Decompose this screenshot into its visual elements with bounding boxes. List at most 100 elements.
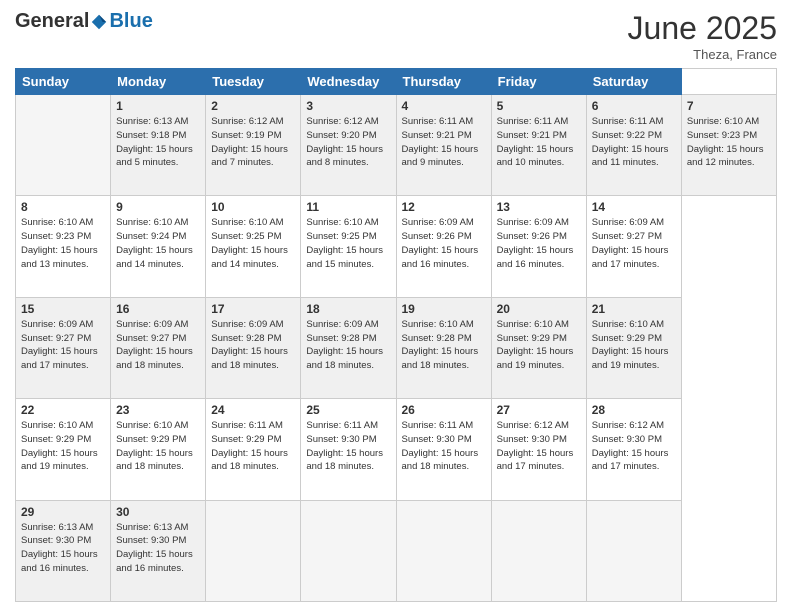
weekday-header: Wednesday — [301, 69, 396, 95]
logo-text: General Blue — [15, 10, 153, 33]
calendar-day-cell: 3 Sunrise: 6:12 AMSunset: 9:20 PMDaylight… — [301, 95, 396, 196]
day-number: 16 — [116, 302, 200, 316]
weekday-header: Tuesday — [206, 69, 301, 95]
calendar-day-cell: 10 Sunrise: 6:10 AMSunset: 9:25 PMDayligh… — [206, 196, 301, 297]
day-number: 28 — [592, 403, 676, 417]
day-number: 23 — [116, 403, 200, 417]
day-info: Sunrise: 6:10 AMSunset: 9:23 PMDaylight:… — [21, 216, 105, 271]
calendar-day-cell: 29 Sunrise: 6:13 AMSunset: 9:30 PMDayligh… — [16, 500, 111, 601]
day-number: 25 — [306, 403, 390, 417]
day-info: Sunrise: 6:10 AMSunset: 9:29 PMDaylight:… — [116, 419, 200, 474]
day-number: 17 — [211, 302, 295, 316]
day-info: Sunrise: 6:12 AMSunset: 9:20 PMDaylight:… — [306, 115, 390, 170]
day-info: Sunrise: 6:10 AMSunset: 9:23 PMDaylight:… — [687, 115, 771, 170]
day-number: 24 — [211, 403, 295, 417]
day-info: Sunrise: 6:11 AMSunset: 9:29 PMDaylight:… — [211, 419, 295, 474]
calendar-day-cell: 13 Sunrise: 6:09 AMSunset: 9:26 PMDayligh… — [491, 196, 586, 297]
weekday-header: Friday — [491, 69, 586, 95]
calendar-day-cell: 8 Sunrise: 6:10 AMSunset: 9:23 PMDaylight… — [16, 196, 111, 297]
day-number: 19 — [402, 302, 486, 316]
page: General Blue June 2025 Theza, France Sun… — [0, 0, 792, 612]
day-number: 2 — [211, 99, 295, 113]
calendar-day-cell: 9Sunrise: 6:10 AMSunset: 9:24 PMDaylight… — [111, 196, 206, 297]
day-info: Sunrise: 6:10 AMSunset: 9:25 PMDaylight:… — [306, 216, 390, 271]
day-number: 21 — [592, 302, 676, 316]
calendar-day-cell: 16 Sunrise: 6:09 AMSunset: 9:27 PMDayligh… — [111, 297, 206, 398]
day-info: Sunrise: 6:12 AMSunset: 9:30 PMDaylight:… — [497, 419, 581, 474]
day-info: Sunrise: 6:09 AMSunset: 9:27 PMDaylight:… — [21, 318, 105, 373]
day-number: 10 — [211, 200, 295, 214]
day-number: 22 — [21, 403, 105, 417]
day-number: 18 — [306, 302, 390, 316]
day-info: Sunrise: 6:09 AMSunset: 9:26 PMDaylight:… — [402, 216, 486, 271]
day-info: Sunrise: 6:10 AMSunset: 9:29 PMDaylight:… — [592, 318, 676, 373]
calendar-day-cell: 22 Sunrise: 6:10 AMSunset: 9:29 PMDayligh… — [16, 399, 111, 500]
calendar-day-cell: 6Sunrise: 6:11 AMSunset: 9:22 PMDaylight… — [586, 95, 681, 196]
calendar-day-cell: 27Sunrise: 6:12 AMSunset: 9:30 PMDayligh… — [491, 399, 586, 500]
weekday-header: Saturday — [586, 69, 681, 95]
month-title: June 2025 — [628, 10, 777, 47]
calendar-day-cell — [396, 500, 491, 601]
day-number: 3 — [306, 99, 390, 113]
day-info: Sunrise: 6:10 AMSunset: 9:25 PMDaylight:… — [211, 216, 295, 271]
day-number: 13 — [497, 200, 581, 214]
day-info: Sunrise: 6:09 AMSunset: 9:27 PMDaylight:… — [116, 318, 200, 373]
day-info: Sunrise: 6:10 AMSunset: 9:29 PMDaylight:… — [497, 318, 581, 373]
calendar-day-cell: 21 Sunrise: 6:10 AMSunset: 9:29 PMDayligh… — [586, 297, 681, 398]
day-number: 12 — [402, 200, 486, 214]
day-number: 14 — [592, 200, 676, 214]
calendar-week-row: 29 Sunrise: 6:13 AMSunset: 9:30 PMDayligh… — [16, 500, 777, 601]
calendar-day-cell: 19 Sunrise: 6:10 AMSunset: 9:28 PMDayligh… — [396, 297, 491, 398]
calendar-day-cell: 12 Sunrise: 6:09 AMSunset: 9:26 PMDayligh… — [396, 196, 491, 297]
day-info: Sunrise: 6:09 AMSunset: 9:28 PMDaylight:… — [306, 318, 390, 373]
day-number: 11 — [306, 200, 390, 214]
calendar-week-row: 15 Sunrise: 6:09 AMSunset: 9:27 PMDayligh… — [16, 297, 777, 398]
calendar-day-cell: 24 Sunrise: 6:11 AMSunset: 9:29 PMDayligh… — [206, 399, 301, 500]
calendar-day-cell: 20 Sunrise: 6:10 AMSunset: 9:29 PMDayligh… — [491, 297, 586, 398]
calendar-day-cell: 2Sunrise: 6:12 AMSunset: 9:19 PMDaylight… — [206, 95, 301, 196]
weekday-header: Monday — [111, 69, 206, 95]
day-info: Sunrise: 6:10 AMSunset: 9:29 PMDaylight:… — [21, 419, 105, 474]
day-number: 5 — [497, 99, 581, 113]
day-info: Sunrise: 6:11 AMSunset: 9:21 PMDaylight:… — [497, 115, 581, 170]
day-info: Sunrise: 6:11 AMSunset: 9:30 PMDaylight:… — [402, 419, 486, 474]
day-info: Sunrise: 6:13 AMSunset: 9:30 PMDaylight:… — [116, 521, 200, 576]
day-info: Sunrise: 6:10 AMSunset: 9:28 PMDaylight:… — [402, 318, 486, 373]
calendar-table: SundayMondayTuesdayWednesdayThursdayFrid… — [15, 68, 777, 602]
logo-general: General — [15, 10, 89, 33]
calendar-day-cell — [301, 500, 396, 601]
day-info: Sunrise: 6:09 AMSunset: 9:26 PMDaylight:… — [497, 216, 581, 271]
day-number: 30 — [116, 505, 200, 519]
calendar-day-cell: 25 Sunrise: 6:11 AMSunset: 9:30 PMDayligh… — [301, 399, 396, 500]
calendar-day-cell — [586, 500, 681, 601]
calendar-day-cell: 18 Sunrise: 6:09 AMSunset: 9:28 PMDayligh… — [301, 297, 396, 398]
day-info: Sunrise: 6:13 AMSunset: 9:30 PMDaylight:… — [21, 521, 105, 576]
calendar-day-cell: 4Sunrise: 6:11 AMSunset: 9:21 PMDaylight… — [396, 95, 491, 196]
calendar-week-row: 8 Sunrise: 6:10 AMSunset: 9:23 PMDaylight… — [16, 196, 777, 297]
calendar-header-row: SundayMondayTuesdayWednesdayThursdayFrid… — [16, 69, 777, 95]
location: Theza, France — [628, 47, 777, 62]
title-section: June 2025 Theza, France — [628, 10, 777, 62]
day-info: Sunrise: 6:13 AMSunset: 9:18 PMDaylight:… — [116, 115, 200, 170]
calendar-week-row: 1 Sunrise: 6:13 AMSunset: 9:18 PMDaylight… — [16, 95, 777, 196]
day-info: Sunrise: 6:12 AMSunset: 9:30 PMDaylight:… — [592, 419, 676, 474]
calendar-day-cell — [491, 500, 586, 601]
day-number: 8 — [21, 200, 105, 214]
calendar-day-cell: 7 Sunrise: 6:10 AMSunset: 9:23 PMDaylight… — [681, 95, 776, 196]
calendar-week-row: 22 Sunrise: 6:10 AMSunset: 9:29 PMDayligh… — [16, 399, 777, 500]
day-number: 7 — [687, 99, 771, 113]
day-info: Sunrise: 6:10 AMSunset: 9:24 PMDaylight:… — [116, 216, 200, 271]
logo-blue: Blue — [109, 10, 152, 33]
day-info: Sunrise: 6:09 AMSunset: 9:28 PMDaylight:… — [211, 318, 295, 373]
day-number: 15 — [21, 302, 105, 316]
logo: General Blue — [15, 10, 153, 33]
day-number: 20 — [497, 302, 581, 316]
weekday-header: Sunday — [16, 69, 111, 95]
calendar-day-cell: 23 Sunrise: 6:10 AMSunset: 9:29 PMDayligh… — [111, 399, 206, 500]
calendar-day-cell — [16, 95, 111, 196]
day-info: Sunrise: 6:11 AMSunset: 9:21 PMDaylight:… — [402, 115, 486, 170]
day-number: 29 — [21, 505, 105, 519]
calendar-day-cell: 30 Sunrise: 6:13 AMSunset: 9:30 PMDayligh… — [111, 500, 206, 601]
day-info: Sunrise: 6:11 AMSunset: 9:30 PMDaylight:… — [306, 419, 390, 474]
day-number: 1 — [116, 99, 200, 113]
